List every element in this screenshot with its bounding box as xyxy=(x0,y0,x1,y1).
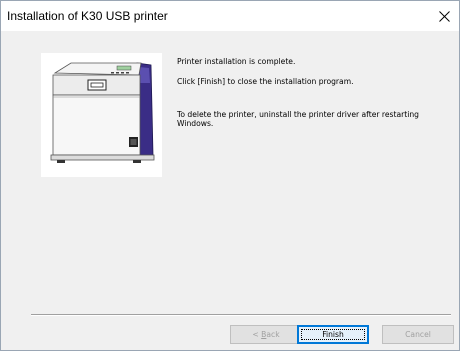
dialog-content: Printer installation is complete. Click … xyxy=(1,31,459,350)
completion-text: Printer installation is complete. xyxy=(177,57,296,66)
window-title: Installation of K30 USB printer xyxy=(7,9,168,23)
card-printer-icon xyxy=(50,62,155,163)
back-button[interactable]: < Back xyxy=(230,325,302,344)
title-bar[interactable]: Installation of K30 USB printer xyxy=(1,1,459,31)
back-label: ack xyxy=(266,330,280,339)
close-button[interactable] xyxy=(429,1,459,31)
back-prefix: < xyxy=(252,330,262,339)
finish-button[interactable]: Finish xyxy=(297,325,369,344)
cancel-button[interactable]: Cancel xyxy=(382,325,454,344)
uninstall-note-text: To delete the printer, uninstall the pri… xyxy=(177,110,419,128)
printer-illustration xyxy=(41,53,162,177)
installer-dialog: Installation of K30 USB printer Printer … xyxy=(0,0,460,351)
cancel-label: Cancel xyxy=(405,330,431,339)
finish-instruction-text: Click [Finish] to close the installation… xyxy=(177,77,354,86)
close-icon xyxy=(438,10,450,22)
focus-rectangle xyxy=(301,329,365,340)
separator-line xyxy=(31,314,451,316)
